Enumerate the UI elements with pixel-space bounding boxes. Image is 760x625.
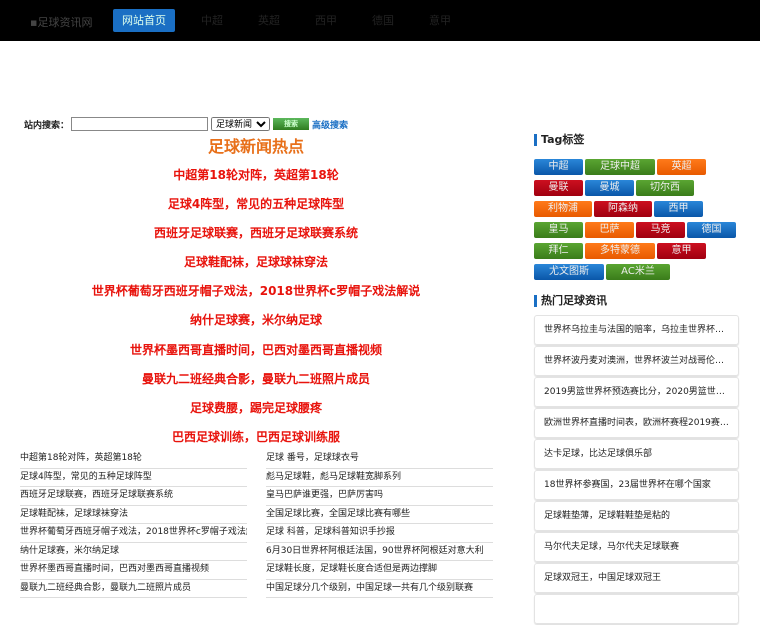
headline-link[interactable]: 曼联九二班经典合影，曼联九二班照片成员 bbox=[0, 370, 512, 399]
tag-button[interactable]: 巴萨 bbox=[585, 222, 634, 238]
hot-news-item[interactable]: 世界杯波丹麦对澳洲，世界杯波兰对战哥伦比亚 bbox=[534, 346, 739, 376]
hot-news-item[interactable] bbox=[534, 594, 739, 624]
hot-news-title: 热门足球资讯 bbox=[534, 295, 607, 307]
headline-link[interactable]: 世界杯葡萄牙西班牙帽子戏法，2018世界杯c罗帽子戏法解说 bbox=[0, 282, 512, 311]
tag-button[interactable]: 西甲 bbox=[654, 201, 703, 217]
list-item[interactable]: 足球4阵型，常见的五种足球阵型 bbox=[20, 469, 247, 487]
tag-button[interactable]: 马竞 bbox=[636, 222, 685, 238]
nav-item[interactable]: 中超 bbox=[192, 9, 232, 32]
list-item[interactable]: 纳什足球赛，米尔纳足球 bbox=[20, 543, 247, 561]
tag-button[interactable]: 切尔西 bbox=[636, 180, 694, 196]
search-label: 站内搜索： bbox=[24, 120, 70, 131]
headline-link[interactable]: 西班牙足球联赛，西班牙足球联赛系统 bbox=[0, 224, 512, 253]
list-item[interactable]: 世界杯墨西哥直播时间，巴西对墨西哥直播视频 bbox=[20, 561, 247, 580]
list-item[interactable]: 彪马足球鞋，彪马足球鞋宽脚系列 bbox=[266, 469, 493, 487]
nav-item[interactable]: 德国 bbox=[363, 9, 403, 32]
headline-link[interactable]: 足球鞋配袜，足球球袜穿法 bbox=[0, 253, 512, 282]
tag-button[interactable]: AC米兰 bbox=[606, 264, 670, 280]
headline-link[interactable]: 足球费腰，踢完足球腰疼 bbox=[0, 399, 512, 428]
news-list-right: 足球 番号，足球球衣号 彪马足球鞋，彪马足球鞋宽脚系列 皇马巴萨谁更强，巴萨厉害吗全… bbox=[266, 450, 493, 598]
top-header: ▪足球资讯网 网站首页 中超 英超 西甲 德国 意甲 bbox=[0, 0, 760, 41]
tag-button[interactable]: 利物浦 bbox=[534, 201, 592, 217]
search-button[interactable]: 搜索 bbox=[273, 118, 310, 130]
hot-news-item[interactable]: 欧洲世界杯直播时间表，欧洲杯赛程2019赛程表时间 bbox=[534, 408, 739, 438]
tag-button[interactable]: 意甲 bbox=[657, 243, 706, 259]
tag-button[interactable]: 尤文图斯 bbox=[534, 264, 604, 280]
news-list-left: 中超第18轮对阵，英超第18轮 足球4阵型，常见的五种足球阵型 西班牙足球联赛，西班… bbox=[20, 450, 247, 598]
tag-cloud: 中超 足球中超 英超曼联 曼城 切尔西利物浦 阿森纳 西甲皇马 巴萨 马竞 德国拜仁 多特蒙德 意甲尤… bbox=[534, 159, 739, 280]
hot-news-item[interactable]: 足球双冠王，中国足球双冠王 bbox=[534, 563, 739, 593]
section-title: 足球新闻热点 bbox=[207, 137, 304, 156]
list-item[interactable]: 中超第18轮对阵，英超第18轮 bbox=[20, 450, 247, 469]
hot-news-item[interactable]: 足球鞋垫薄，足球鞋鞋垫是粘的 bbox=[534, 501, 739, 531]
tag-button[interactable]: 曼联 bbox=[534, 180, 583, 196]
headline-link[interactable]: 纳什足球赛，米尔纳足球 bbox=[0, 311, 512, 340]
headline-list: 中超第18轮对阵，英超第18轮 足球4阵型，常见的五种足球阵型 西班牙足球联赛，西班… bbox=[0, 166, 512, 457]
headline-link[interactable]: 中超第18轮对阵，英超第18轮 bbox=[0, 166, 512, 195]
hot-news-item[interactable]: 世界杯乌拉圭与法国的赔率，乌拉圭世界杯战绩 bbox=[534, 315, 739, 345]
nav-item[interactable]: 西甲 bbox=[306, 9, 346, 32]
nav-item[interactable]: 意甲 bbox=[420, 9, 460, 32]
hot-news-item[interactable]: 达卡足球，比达足球俱乐部 bbox=[534, 439, 739, 469]
list-item[interactable]: 曼联九二班经典合影，曼联九二班照片成员 bbox=[20, 580, 247, 598]
tag-button[interactable]: 德国 bbox=[687, 222, 736, 238]
list-item[interactable]: 中国足球分几个级别，中国足球一共有几个级别联赛 bbox=[266, 580, 493, 598]
list-item[interactable]: 6月30日世界杯阿根廷法国，90世界杯阿根廷对意大利 bbox=[266, 543, 493, 561]
list-item[interactable]: 全国足球比赛，全国足球比赛有哪些 bbox=[266, 506, 493, 524]
hot-news-item[interactable]: 2019男篮世界杯预选赛比分，2020男篮世界杯赛程 bbox=[534, 377, 739, 407]
list-item[interactable]: 足球鞋配袜，足球球袜穿法 bbox=[20, 506, 247, 524]
tag-button[interactable]: 阿森纳 bbox=[594, 201, 652, 217]
site-logo[interactable]: ▪足球资讯网 bbox=[30, 14, 92, 30]
list-item[interactable]: 足球 科普，足球科普知识手抄报 bbox=[266, 524, 493, 543]
hot-news-item[interactable]: 马尔代夫足球，马尔代夫足球联赛 bbox=[534, 532, 739, 562]
tag-button[interactable]: 曼城 bbox=[585, 180, 634, 196]
search-input[interactable] bbox=[71, 117, 209, 131]
tag-button[interactable]: 中超 bbox=[534, 159, 583, 175]
list-item[interactable]: 足球 番号，足球球衣号 bbox=[266, 450, 493, 469]
search-category-select[interactable]: 足球新闻 bbox=[211, 117, 271, 131]
headline-link[interactable]: 足球4阵型，常见的五种足球阵型 bbox=[0, 195, 512, 224]
tag-button[interactable]: 多特蒙德 bbox=[585, 243, 655, 259]
tag-button[interactable]: 拜仁 bbox=[534, 243, 583, 259]
list-item[interactable]: 皇马巴萨谁更强，巴萨厉害吗 bbox=[266, 487, 493, 506]
headline-link[interactable]: 世界杯墨西哥直播时间，巴西对墨西哥直播视频 bbox=[0, 341, 512, 370]
hot-news-item[interactable]: 18世界杯参赛国，23届世界杯在哪个国家 bbox=[534, 470, 739, 500]
tag-button[interactable]: 皇马 bbox=[534, 222, 583, 238]
nav-item[interactable]: 英超 bbox=[249, 9, 289, 32]
site-search: 站内搜索： 足球新闻 搜索 高级搜索 bbox=[24, 117, 348, 131]
list-item[interactable]: 西班牙足球联赛，西班牙足球联赛系统 bbox=[20, 487, 247, 506]
main-nav: 网站首页 中超 英超 西甲 德国 意甲 bbox=[113, 9, 477, 32]
tag-button[interactable]: 足球中超 bbox=[585, 159, 655, 175]
advanced-search-link[interactable]: 高级搜索 bbox=[312, 118, 348, 131]
nav-item[interactable]: 网站首页 bbox=[113, 9, 175, 32]
list-item[interactable]: 世界杯葡萄牙西班牙帽子戏法，2018世界杯c罗帽子戏法解说 bbox=[20, 524, 247, 543]
list-item[interactable]: 足球鞋长度，足球鞋长度合适但是两边撑脚 bbox=[266, 561, 493, 580]
tag-section-title: Tag标签 bbox=[534, 134, 584, 146]
tag-button[interactable]: 英超 bbox=[657, 159, 706, 175]
logo-alt-text: 足球资讯网 bbox=[37, 16, 93, 29]
hot-news-list: 世界杯乌拉圭与法国的赔率，乌拉圭世界杯战绩 世界杯波丹麦对澳洲，世界杯波兰对战哥伦… bbox=[534, 315, 739, 625]
